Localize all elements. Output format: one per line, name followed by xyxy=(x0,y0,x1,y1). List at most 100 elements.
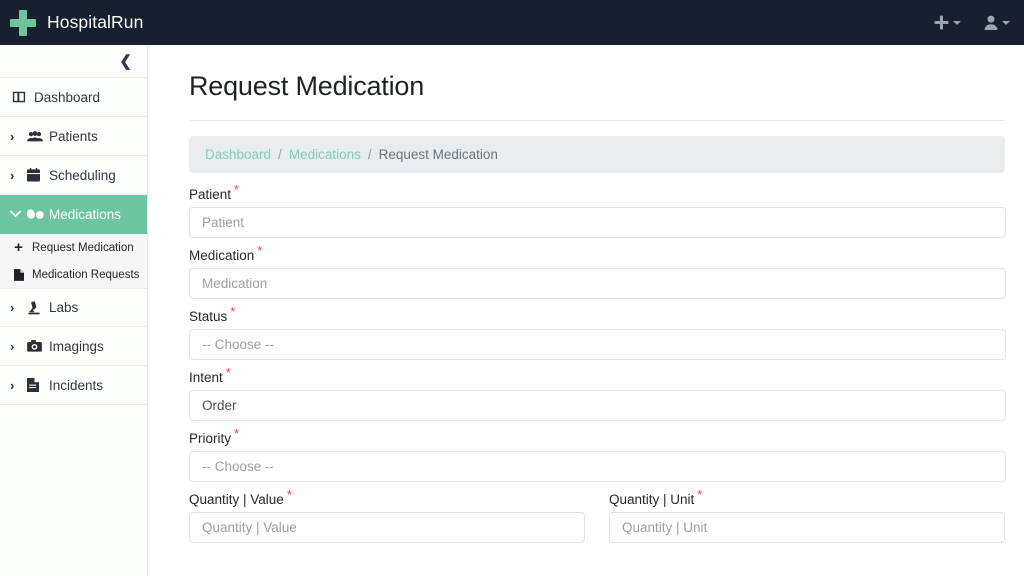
sidebar-item-patients[interactable]: › Patients xyxy=(0,117,147,156)
intent-select[interactable]: Order xyxy=(189,390,1006,421)
dashboard-columns-icon xyxy=(12,90,34,104)
file-icon xyxy=(12,268,25,281)
plus-icon xyxy=(933,14,950,31)
page-title: Request Medication xyxy=(189,45,1005,121)
brand[interactable]: HospitalRun xyxy=(10,9,144,36)
sidebar-submenu-medications: + Request Medication Medication Requests xyxy=(0,234,147,288)
required-marker: * xyxy=(286,486,292,502)
chevron-right-icon: › xyxy=(10,338,15,354)
chevron-down-icon xyxy=(1002,20,1010,25)
sidebar-item-labs[interactable]: › Labs xyxy=(0,288,147,327)
breadcrumb: Dashboard / Medications / Request Medica… xyxy=(189,136,1005,173)
required-marker: * xyxy=(257,242,263,258)
patient-input[interactable]: Patient xyxy=(189,207,1006,238)
top-navbar: HospitalRun xyxy=(0,0,1024,45)
field-group-medication: Medication * Medication xyxy=(189,244,1006,299)
sidebar-item-label: Patients xyxy=(49,128,98,144)
field-group-patient: Patient * Patient xyxy=(189,183,1006,238)
field-group-status: Status * -- Choose -- xyxy=(189,305,1006,360)
add-new-button[interactable] xyxy=(933,14,961,31)
field-group-priority: Priority * -- Choose -- xyxy=(189,427,1006,482)
quantity-row: Quantity | Value * Quantity | Value Quant… xyxy=(189,488,1005,553)
priority-select[interactable]: -- Choose -- xyxy=(189,451,1006,482)
medical-cross-icon xyxy=(10,9,36,36)
chevron-down-icon xyxy=(10,210,27,218)
label-text: Patient xyxy=(189,187,232,202)
chevron-right-icon: › xyxy=(10,167,15,183)
chevron-left-icon: ❮ xyxy=(119,52,132,70)
plus-icon: + xyxy=(14,239,23,256)
breadcrumb-current: Request Medication xyxy=(378,147,498,162)
app-root: HospitalRun ❮ Dashboard › Patients › Sch… xyxy=(0,0,1024,576)
intent-value: Order xyxy=(202,398,237,413)
breadcrumb-link-medications[interactable]: Medications xyxy=(289,147,361,162)
label-status: Status * xyxy=(189,305,1005,325)
label-text: Priority xyxy=(189,431,232,446)
sidebar-item-imagings[interactable]: › Imagings xyxy=(0,327,147,366)
calendar-icon xyxy=(27,168,49,182)
label-priority: Priority * xyxy=(189,427,1005,447)
breadcrumb-separator: / xyxy=(367,147,372,162)
camera-icon xyxy=(27,340,49,352)
sidebar-subitem-request-medication[interactable]: + Request Medication xyxy=(0,234,147,261)
label-intent: Intent * xyxy=(189,366,1005,386)
field-group-intent: Intent * Order xyxy=(189,366,1006,421)
chevron-down-icon xyxy=(953,20,961,25)
medication-input[interactable]: Medication xyxy=(189,268,1006,299)
label-text: Intent xyxy=(189,370,223,385)
sidebar-item-label: Imagings xyxy=(49,338,104,354)
chevron-right-icon: › xyxy=(10,300,15,315)
field-group-quantity-value: Quantity | Value * Quantity | Value xyxy=(189,488,585,543)
medication-placeholder: Medication xyxy=(202,276,268,291)
sidebar: ❮ Dashboard › Patients › Scheduling Medi… xyxy=(0,45,148,576)
breadcrumb-separator: / xyxy=(278,147,282,162)
quantity-unit-placeholder: Quantity | Unit xyxy=(622,520,708,535)
sidebar-item-dashboard[interactable]: Dashboard xyxy=(0,78,147,117)
quantity-value-input[interactable]: Quantity | Value xyxy=(189,512,585,543)
sidebar-item-label: Labs xyxy=(49,300,79,315)
breadcrumb-link-dashboard[interactable]: Dashboard xyxy=(205,147,271,162)
sidebar-item-label: Dashboard xyxy=(34,89,101,105)
label-quantity-unit: Quantity | Unit * xyxy=(609,488,1005,508)
microscope-icon xyxy=(27,300,49,315)
label-text: Quantity | Unit xyxy=(609,492,695,507)
sidebar-item-label: Incidents xyxy=(49,377,104,393)
sidebar-item-label: Scheduling xyxy=(49,167,116,183)
label-medication: Medication * xyxy=(189,244,1005,264)
user-menu-button[interactable] xyxy=(983,14,1010,31)
chevron-right-icon: › xyxy=(10,377,15,393)
brand-name: HospitalRun xyxy=(47,12,144,32)
field-group-quantity-unit: Quantity | Unit * Quantity | Unit xyxy=(609,488,1005,543)
sidebar-subitem-label: Request Medication xyxy=(32,241,134,254)
chevron-right-icon: › xyxy=(10,128,15,144)
request-medication-form: Patient * Patient Medication * Medication xyxy=(189,183,1006,553)
status-select[interactable]: -- Choose -- xyxy=(189,329,1006,360)
sidebar-item-incidents[interactable]: › Incidents xyxy=(0,366,147,405)
priority-placeholder: -- Choose -- xyxy=(202,459,275,474)
label-text: Medication xyxy=(189,248,255,263)
user-icon xyxy=(983,14,999,31)
pills-icon xyxy=(27,208,49,220)
required-marker: * xyxy=(697,486,703,502)
label-text: Quantity | Value xyxy=(189,492,284,507)
sidebar-subitem-label: Medication Requests xyxy=(32,268,140,281)
sidebar-collapse-button[interactable]: ❮ xyxy=(0,45,147,78)
sidebar-item-medications[interactable]: Medications xyxy=(0,195,147,234)
required-marker: * xyxy=(234,425,240,441)
label-quantity-value: Quantity | Value * xyxy=(189,488,585,508)
label-patient: Patient * xyxy=(189,183,1005,203)
status-placeholder: -- Choose -- xyxy=(202,337,275,352)
file-lines-icon xyxy=(27,378,49,392)
required-marker: * xyxy=(234,181,240,197)
main-content: Request Medication Dashboard / Medicatio… xyxy=(148,45,1024,576)
required-marker: * xyxy=(230,303,236,319)
body-wrapper: ❮ Dashboard › Patients › Scheduling Medi… xyxy=(0,45,1024,576)
sidebar-subitem-medication-requests[interactable]: Medication Requests xyxy=(0,261,147,288)
navbar-actions xyxy=(933,14,1010,31)
label-text: Status xyxy=(189,309,228,324)
sidebar-item-scheduling[interactable]: › Scheduling xyxy=(0,156,147,195)
sidebar-item-label: Medications xyxy=(49,206,122,222)
patient-placeholder: Patient xyxy=(202,215,245,230)
quantity-unit-input[interactable]: Quantity | Unit xyxy=(609,512,1005,543)
required-marker: * xyxy=(225,364,231,380)
